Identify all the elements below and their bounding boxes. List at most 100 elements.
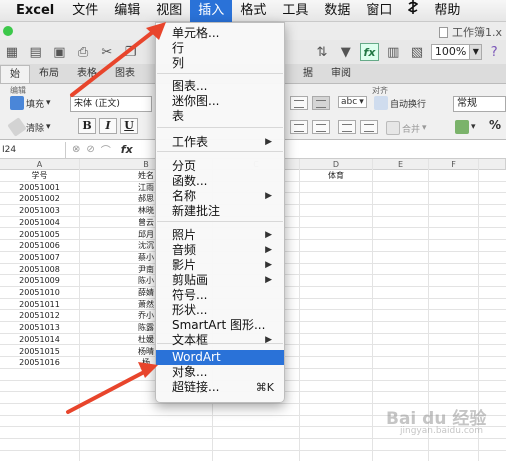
insert-menu-item[interactable]: 剪贴画 ▶ [156,273,284,288]
menu-data[interactable]: 数据 [316,0,358,22]
cell-a[interactable]: 20051007 [0,252,79,263]
column-header-a[interactable]: A [0,159,80,170]
wrap-text-button[interactable]: 自动换行 [374,96,426,110]
cell-d[interactable] [300,369,372,380]
insert-menu-item[interactable]: 单元格... [156,26,284,41]
cell-d[interactable] [300,439,372,450]
align-center-button[interactable] [312,96,330,110]
tab-review[interactable]: 审阅 [322,65,360,83]
bold-button[interactable]: B [78,118,96,134]
cell-c[interactable] [213,427,299,438]
cell-a[interactable] [0,439,79,450]
clear-button[interactable]: 清除 ▾ [7,117,51,137]
cell-d[interactable] [300,346,372,357]
insert-menu-item[interactable]: 照片 ▶ [156,228,284,243]
cell-a[interactable] [0,381,79,392]
cell-a[interactable] [0,404,79,415]
underline-button[interactable]: U [120,118,138,134]
insert-menu-item[interactable]: 影片 ▶ [156,258,284,273]
tab-home[interactable]: 始 [0,65,30,83]
cell-d[interactable] [300,217,372,228]
insert-menu-item[interactable]: 图表... [156,79,284,94]
text-direction-button[interactable]: abc ▾ [338,96,367,108]
cell-a[interactable]: 20051014 [0,334,79,345]
gallery-icon[interactable]: ▥ [383,43,403,61]
insert-menu-item[interactable]: 对象... [156,365,284,380]
copy-icon[interactable]: ❐ [121,43,141,61]
cell-d[interactable] [300,381,372,392]
menu-tools[interactable]: 工具 [274,0,316,22]
insert-menu-item[interactable]: 符号... [156,288,284,303]
script-icon[interactable] [400,0,426,22]
cell-d[interactable] [300,416,372,427]
cell-d[interactable] [300,193,372,204]
font-name-select[interactable]: 宋体 (正文) [70,96,152,112]
insert-menu-item[interactable]: 形状... [156,303,284,318]
number-format-select[interactable]: 常规 [453,96,506,112]
cell-b[interactable] [80,404,212,415]
column-header-f[interactable]: F [429,159,479,170]
cell-d[interactable] [300,287,372,298]
cell-a[interactable]: 20051009 [0,275,79,286]
menu-file[interactable]: 文件 [64,0,106,22]
cell-d[interactable] [300,322,372,333]
cell-b[interactable] [80,416,212,427]
cell-b[interactable] [80,439,212,450]
cancel-icon[interactable]: ⊗ [72,144,80,155]
zoom-window-button[interactable] [3,26,13,36]
toolbox-icon[interactable]: ▧ [407,43,427,61]
column-header-e[interactable]: E [373,159,429,170]
zoom-dropdown-icon[interactable]: ▼ [470,44,483,60]
cell-c[interactable] [213,416,299,427]
number-format-menu[interactable]: ▾ [455,120,476,134]
align-top-button[interactable] [290,120,308,134]
tab-tables[interactable]: 表格 [68,65,106,83]
formula-builder-button[interactable]: fx [359,43,380,61]
help-icon[interactable]: ? [484,43,504,61]
cut-icon[interactable]: ✂ [97,43,117,61]
zoom-control[interactable]: 100% ▼ [430,44,483,60]
cell-a[interactable]: 20051013 [0,322,79,333]
cell-d[interactable] [300,334,372,345]
column-header-extra[interactable] [479,159,506,170]
open-folder-icon[interactable]: ▤ [26,43,46,61]
menu-view[interactable]: 视图 [148,0,190,22]
insert-menu-item[interactable]: WordArt [156,350,284,365]
sort-icon[interactable]: ⇅ [312,43,332,61]
insert-menu-item[interactable]: 迷你图... [156,94,284,109]
insert-menu-item[interactable]: 工作表 ▶ [156,135,284,150]
cell-d[interactable] [300,275,372,286]
new-grid-icon[interactable]: ▦ [2,43,22,61]
insert-menu-item[interactable]: 表 [156,109,284,124]
cell-a[interactable]: 20051010 [0,287,79,298]
cell-d[interactable]: 体育 [300,170,372,181]
tab-layout[interactable]: 布局 [30,65,68,83]
align-middle-button[interactable] [312,120,330,134]
insert-menu-item[interactable]: 超链接... ⌘K [156,380,284,395]
insert-menu-item[interactable]: 行 [156,41,284,56]
insert-menu-item[interactable]: 名称 ▶ [156,189,284,204]
menu-help[interactable]: 帮助 [426,0,468,22]
cell-a[interactable]: 20051015 [0,346,79,357]
autosum-icon[interactable]: ⌒ [101,142,111,157]
cell-a[interactable]: 20051006 [0,240,79,251]
cell-d[interactable] [300,310,372,321]
cell-a[interactable] [0,427,79,438]
cell-a[interactable]: 20051001 [0,182,79,193]
name-box[interactable]: I24 [0,141,66,158]
zoom-value[interactable]: 100% [430,44,471,60]
decrease-indent-button[interactable] [338,120,356,134]
cell-d[interactable] [300,299,372,310]
cell-d[interactable] [300,357,372,368]
menu-excel[interactable]: Excel [8,0,64,22]
tab-data[interactable]: 据 [294,65,322,83]
cell-a[interactable]: 20051012 [0,310,79,321]
cell-a[interactable]: 20051011 [0,299,79,310]
cell-c[interactable] [213,404,299,415]
cell-a[interactable]: 20051005 [0,229,79,240]
insert-menu-item[interactable]: 文本框 ▶ [156,333,284,348]
save-icon[interactable]: ▣ [49,43,69,61]
fill-button[interactable]: 填充 ▾ [10,96,51,110]
cell-d[interactable] [300,264,372,275]
cell-a[interactable]: 学号 [0,170,79,181]
